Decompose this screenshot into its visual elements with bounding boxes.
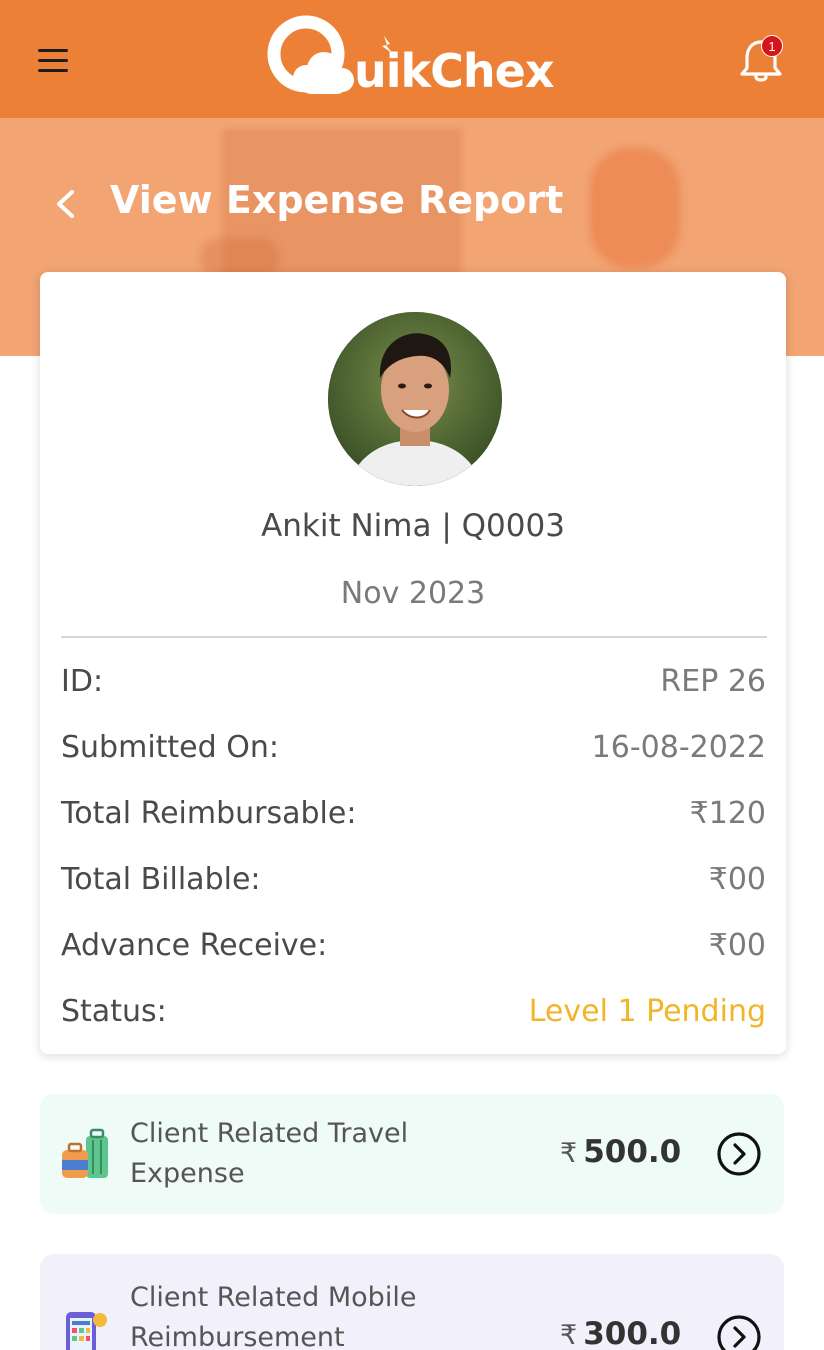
detail-label: ID: [61,663,104,699]
mobile-bill-icon [58,1308,114,1350]
detail-label: Submitted On: [61,729,279,765]
detail-value: ₹00 [708,861,766,897]
amount-value: 300.0 [583,1316,682,1350]
detail-label: Advance Receive: [61,927,328,963]
divider [61,636,767,638]
brand-name: uikChex [354,44,554,98]
report-period: Nov 2023 [340,576,486,611]
detail-row-total-billable: Total Billable: ₹00 [61,857,766,901]
detail-row-id: ID: REP 26 [61,659,766,703]
detail-value: ₹120 [689,795,766,831]
detail-label: Total Billable: [61,861,261,897]
employee-name: Ankit Nima | Q0003 [261,508,565,544]
category-label: Client Related Travel Expense [130,1118,409,1189]
status-badge: Level 1 Pending [528,993,766,1029]
detail-value: ₹00 [708,927,766,963]
avatar [328,312,502,486]
notification-badge: 1 [761,35,783,57]
quikchex-logo: uikChex [266,14,566,106]
app-bar: uikChex 1 [0,0,824,118]
hamburger-menu-icon[interactable] [38,38,82,82]
category-amount: ₹300.0 [560,1316,681,1350]
currency-symbol: ₹ [560,1138,578,1169]
report-summary-card: Ankit Nima | Q0003 Nov 2023 ID: REP 26 S… [40,272,786,1054]
detail-row-submitted-on: Submitted On: 16-08-2022 [61,725,766,769]
detail-value: 16-08-2022 [591,729,766,765]
chevron-right-circle-icon[interactable] [716,1314,762,1350]
chevron-right-circle-icon[interactable] [716,1131,762,1177]
currency-symbol: ₹ [560,1320,578,1350]
luggage-icon [58,1126,114,1182]
detail-label: Status: [61,993,167,1029]
category-amount: ₹500.0 [560,1134,681,1170]
detail-label: Total Reimbursable: [61,795,357,831]
page-title: View Expense Report [110,178,564,222]
back-arrow-icon[interactable] [50,182,84,226]
expense-category-travel[interactable]: Client Related Travel Expense ₹500.0 [40,1094,784,1214]
detail-row-advance-receive: Advance Receive: ₹00 [61,923,766,967]
detail-value: REP 26 [660,663,766,699]
detail-row-total-reimbursable: Total Reimbursable: ₹120 [61,791,766,835]
category-label: Client Related Mobile Reimbursement [130,1282,417,1350]
detail-row-status: Status: Level 1 Pending [61,989,766,1033]
expense-category-mobile[interactable]: Client Related Mobile Reimbursement ₹300… [40,1254,784,1350]
amount-value: 500.0 [583,1134,682,1170]
